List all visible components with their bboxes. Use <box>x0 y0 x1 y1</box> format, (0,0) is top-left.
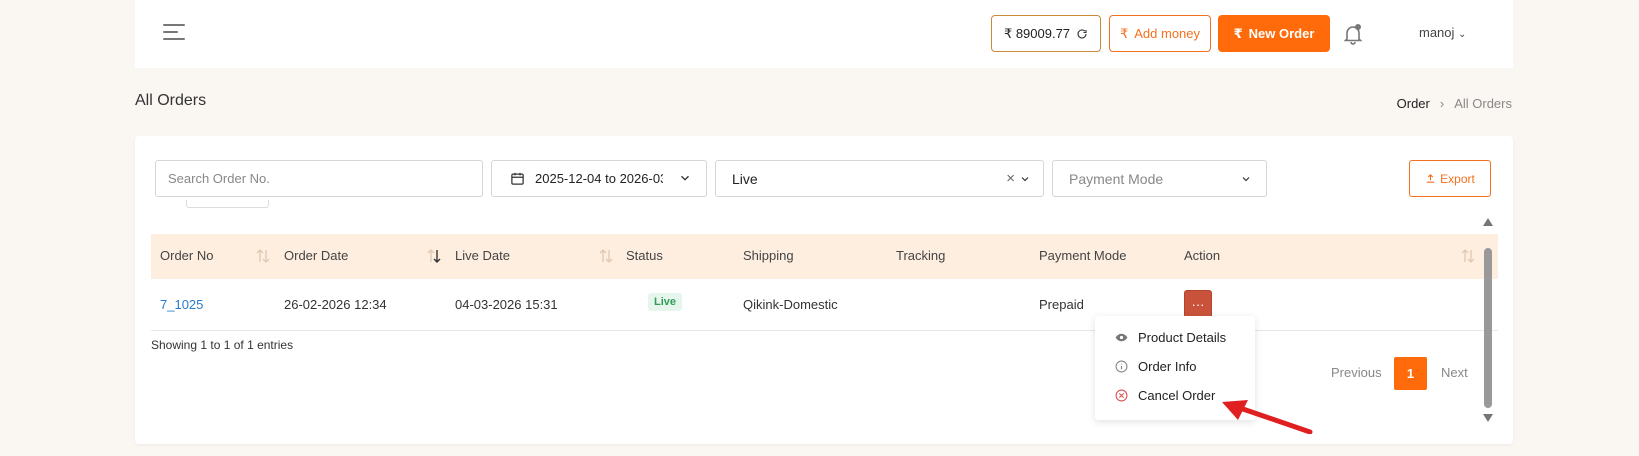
entries-info: Showing 1 to 1 of 1 entries <box>151 338 294 352</box>
clear-icon[interactable]: × <box>1006 170 1015 187</box>
order-no-link[interactable]: 7_1025 <box>160 297 203 312</box>
wallet-balance-button[interactable]: ₹ 89009.77 <box>991 15 1101 52</box>
date-range-value: 2025-12-04 to 2026-03-04 <box>535 171 663 186</box>
sort-icon[interactable] <box>599 247 613 270</box>
date-range-picker[interactable]: 2025-12-04 to 2026-03-04 <box>491 160 707 197</box>
chevron-right-icon: › <box>1439 96 1445 111</box>
new-order-label: New Order <box>1248 26 1315 41</box>
page-length-select-stub[interactable] <box>186 200 269 208</box>
menu-item-label: Product Details <box>1138 330 1227 345</box>
upload-icon <box>1426 174 1435 183</box>
pagination-page-1[interactable]: 1 <box>1394 357 1427 390</box>
breadcrumb-order[interactable]: Order <box>1397 96 1430 111</box>
chevron-down-icon <box>681 175 689 181</box>
search-order-field[interactable] <box>155 160 483 197</box>
sort-desc-icon[interactable] <box>427 247 441 270</box>
notification-bell-icon[interactable] <box>1341 22 1365 46</box>
col-shipping: Shipping <box>743 248 794 263</box>
sort-icon[interactable] <box>256 247 270 270</box>
scrollbar-thumb[interactable] <box>1484 248 1492 408</box>
export-button[interactable]: Export <box>1409 160 1491 197</box>
menu-item-order-info[interactable]: Order Info <box>1115 359 1197 374</box>
annotation-arrow-icon <box>1222 400 1313 434</box>
add-money-button[interactable]: ₹ Add money <box>1109 15 1211 52</box>
user-menu[interactable]: manoj ⌄ <box>1419 25 1466 40</box>
menu-item-label: Order Info <box>1138 359 1197 374</box>
status-badge: Live <box>648 293 683 311</box>
sort-icon[interactable] <box>1461 247 1475 270</box>
chevron-down-icon <box>1242 177 1250 182</box>
payment-mode-select[interactable]: Payment Mode <box>1052 160 1267 197</box>
col-tracking: Tracking <box>896 248 946 263</box>
pagination-next[interactable]: Next <box>1441 365 1468 380</box>
search-order-input[interactable] <box>168 171 482 186</box>
table-header-row: Order No Order Date Live Date Status Shi… <box>151 234 1498 279</box>
breadcrumb: Order › All Orders <box>1397 96 1512 111</box>
live-date-cell: 04-03-2026 15:31 <box>455 297 558 312</box>
new-order-button[interactable]: ₹ New Order <box>1218 15 1330 52</box>
payment-mode-cell: Prepaid <box>1039 297 1084 312</box>
menu-item-label: Cancel Order <box>1138 388 1216 403</box>
menu-item-product-details[interactable]: Product Details <box>1115 330 1226 345</box>
col-order-no[interactable]: Order No <box>160 248 213 263</box>
refresh-icon[interactable] <box>1076 28 1088 40</box>
status-select[interactable]: Live × <box>715 160 1044 197</box>
col-payment-mode: Payment Mode <box>1039 248 1127 263</box>
pagination-previous[interactable]: Previous <box>1331 365 1382 380</box>
info-icon <box>1115 360 1128 373</box>
wallet-amount: ₹ 89009.77 <box>1003 25 1071 41</box>
page-title: All Orders <box>135 92 207 109</box>
col-order-date[interactable]: Order Date <box>284 248 348 263</box>
scroll-down-arrow-icon[interactable] <box>1483 414 1493 422</box>
status-select-value: Live <box>732 170 758 187</box>
scroll-up-arrow-icon[interactable] <box>1483 218 1493 226</box>
col-live-date[interactable]: Live Date <box>455 248 510 263</box>
calendar-icon <box>511 172 524 185</box>
menu-toggle-icon[interactable] <box>163 24 185 42</box>
rupee-icon: ₹ <box>1119 25 1129 41</box>
shipping-cell: Qikink-Domestic <box>743 297 838 312</box>
breadcrumb-all-orders: All Orders <box>1454 96 1512 111</box>
row-action-button[interactable]: ··· <box>1184 290 1212 318</box>
chevron-down-icon: ⌄ <box>1458 29 1467 40</box>
export-label: Export <box>1440 171 1475 186</box>
menu-item-cancel-order[interactable]: Cancel Order <box>1115 388 1215 403</box>
table-row: 7_1025 26-02-2026 12:34 04-03-2026 15:31… <box>151 279 1498 331</box>
chevron-down-icon[interactable] <box>1019 173 1031 185</box>
top-header: ₹ 89009.77 ₹ Add money ₹ New Order manoj… <box>135 0 1513 68</box>
rupee-icon: ₹ <box>1233 25 1243 41</box>
payment-mode-placeholder: Payment Mode <box>1069 170 1164 187</box>
col-status: Status <box>626 248 663 263</box>
user-name: manoj <box>1419 25 1455 40</box>
vertical-scrollbar[interactable] <box>1483 218 1493 424</box>
add-money-label: Add money <box>1134 26 1201 41</box>
orders-table: Order No Order Date Live Date Status Shi… <box>151 234 1498 331</box>
col-action: Action <box>1184 248 1221 263</box>
eye-icon <box>1115 333 1128 342</box>
order-date-cell: 26-02-2026 12:34 <box>284 297 387 312</box>
cancel-circle-icon <box>1115 389 1128 402</box>
